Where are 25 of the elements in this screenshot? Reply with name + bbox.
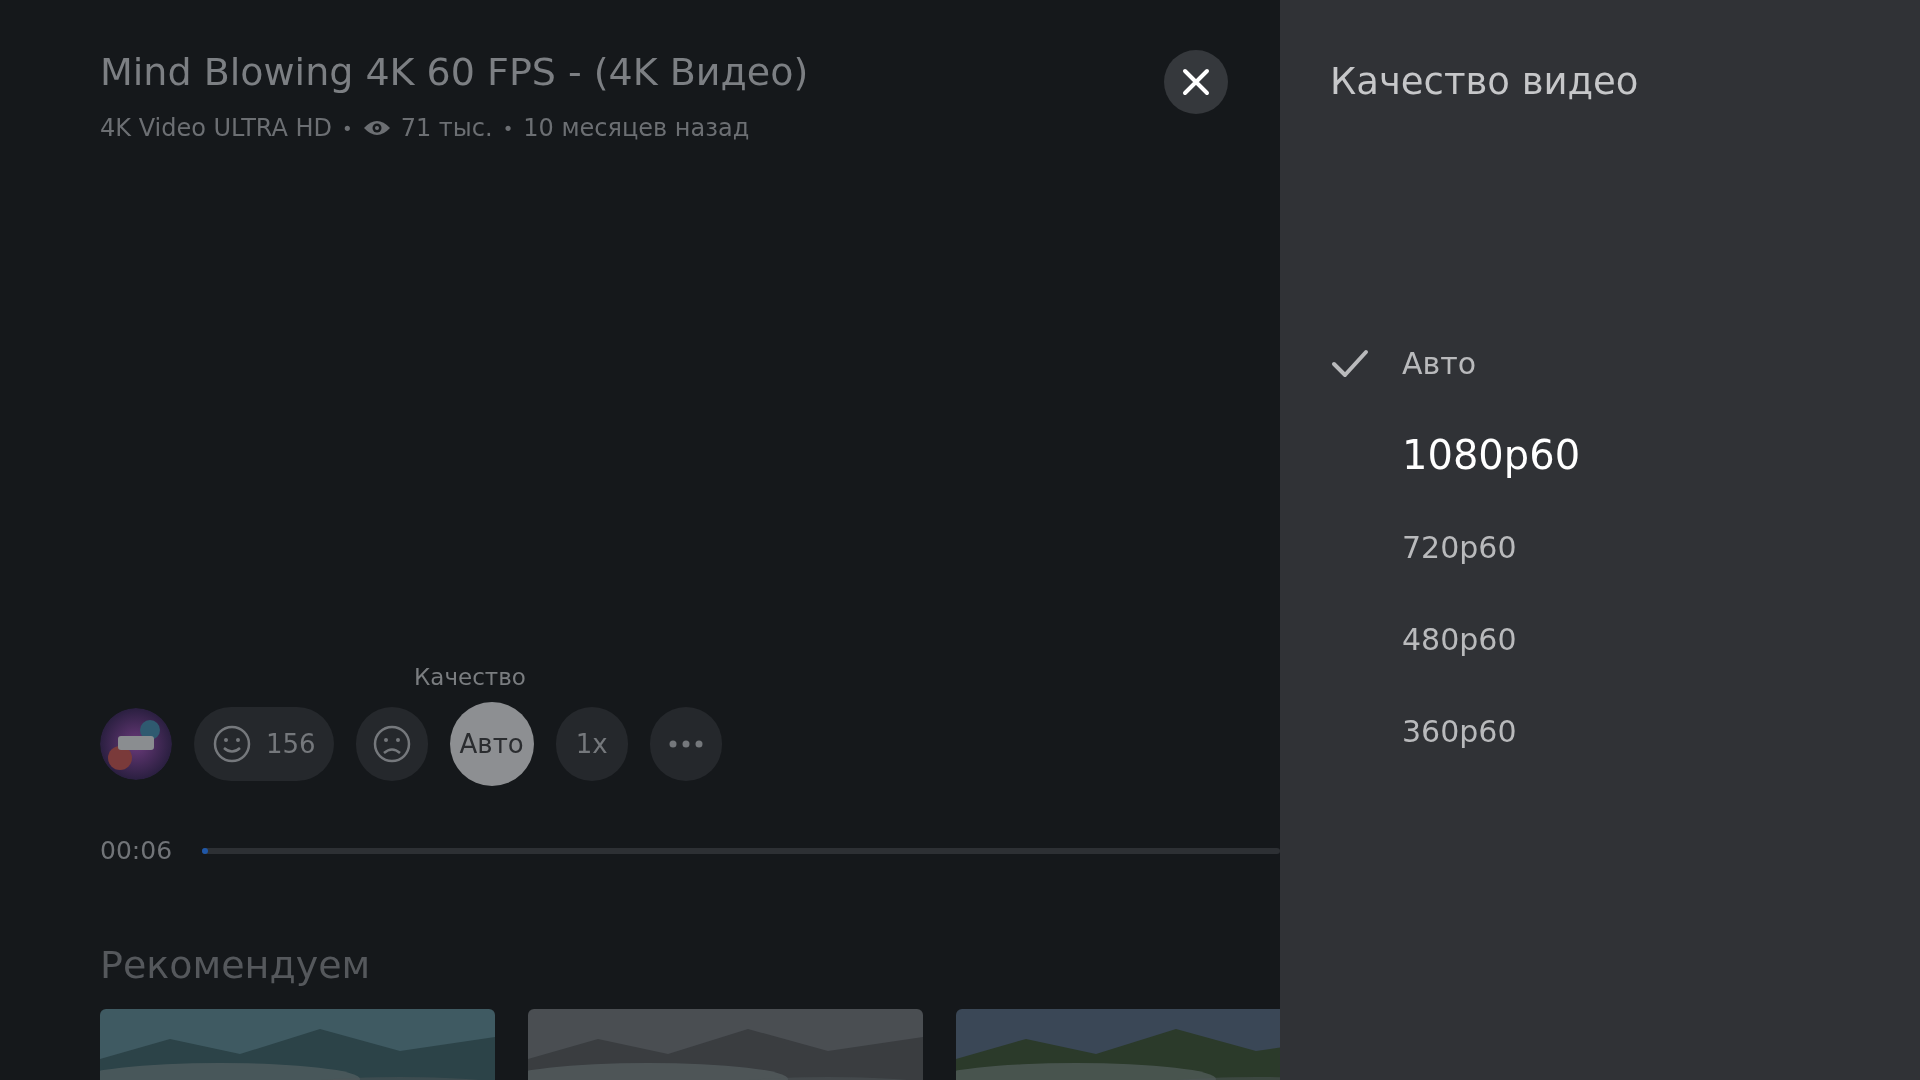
eye-icon: [362, 119, 391, 137]
separator-dot: •: [502, 117, 514, 139]
view-count: 71 тыс.: [400, 114, 493, 142]
elapsed-time: 00:06: [100, 836, 173, 865]
separator-dot: •: [342, 117, 353, 139]
quality-label: Качество: [414, 664, 526, 690]
frown-icon: [371, 724, 412, 764]
speed-button[interactable]: 1x: [555, 707, 628, 781]
section-heading: Рекомендуем: [100, 943, 372, 987]
quality-option[interactable]: 480p60: [1330, 593, 1920, 685]
channel-avatar[interactable]: [100, 708, 172, 780]
close-icon: [1182, 68, 1210, 96]
panel-title: Качество видео: [1330, 60, 1640, 103]
smile-icon: [212, 724, 252, 764]
progress-bar[interactable]: [202, 847, 1280, 854]
quality-option[interactable]: 360p60: [1330, 685, 1920, 777]
like-button[interactable]: 156: [194, 707, 334, 781]
video-title: Mind Blowing 4K 60 FPS - (4K Видео): [100, 50, 809, 94]
more-icon: [668, 740, 703, 748]
channel-name: 4K Video ULTRA HD: [100, 114, 333, 142]
quality-option[interactable]: 720p60: [1330, 501, 1920, 593]
upload-age: 10 месяцев назад: [523, 114, 750, 142]
quality-option[interactable]: Авто: [1330, 317, 1920, 409]
quality-button[interactable]: Авто: [449, 702, 534, 786]
quality-option[interactable]: 1080p60: [1330, 409, 1920, 501]
